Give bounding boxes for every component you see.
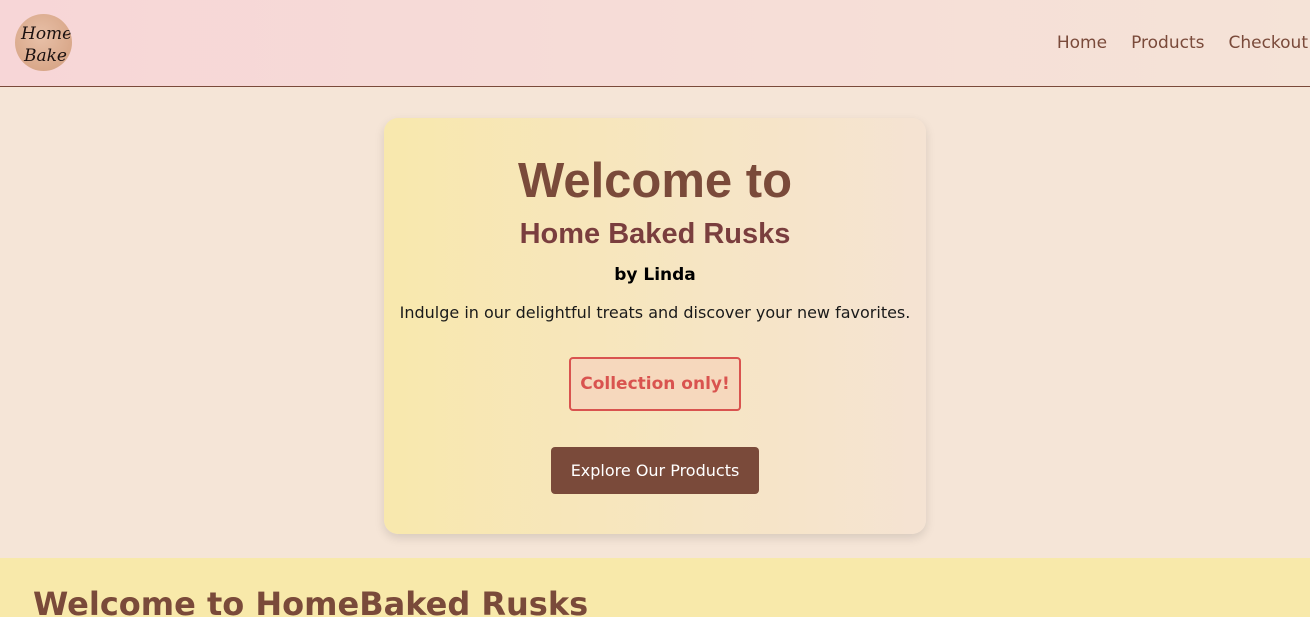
intro-section: Welcome to HomeBaked Rusks <box>0 558 1310 617</box>
explore-products-button[interactable]: Explore Our Products <box>551 447 759 494</box>
nav-link-home[interactable]: Home <box>1057 30 1107 56</box>
hero-tagline: Indulge in our delightful treats and dis… <box>399 303 911 322</box>
intro-section-title: Welcome to HomeBaked Rusks <box>33 585 589 617</box>
collection-only-badge: Collection only! <box>569 357 741 411</box>
svg-text:Home: Home <box>20 24 72 44</box>
hero-byline: by Linda <box>614 265 696 285</box>
hero-subtitle: Home Baked Rusks <box>519 218 791 250</box>
nav-link-products[interactable]: Products <box>1131 30 1204 56</box>
hero-title: Welcome to <box>517 154 793 208</box>
home-bake-logo[interactable]: Home Bake <box>15 14 72 71</box>
top-navbar: Home Bake Home Products Checkout <box>0 0 1310 87</box>
home-bake-logo-lettering: Home Bake <box>20 24 72 66</box>
nav-link-checkout[interactable]: Checkout <box>1228 30 1308 56</box>
svg-text:Bake: Bake <box>23 46 67 66</box>
main-nav: Home Products Checkout <box>1057 30 1310 56</box>
hero-card: Welcome to Home Baked Rusks by Linda Ind… <box>384 118 926 534</box>
